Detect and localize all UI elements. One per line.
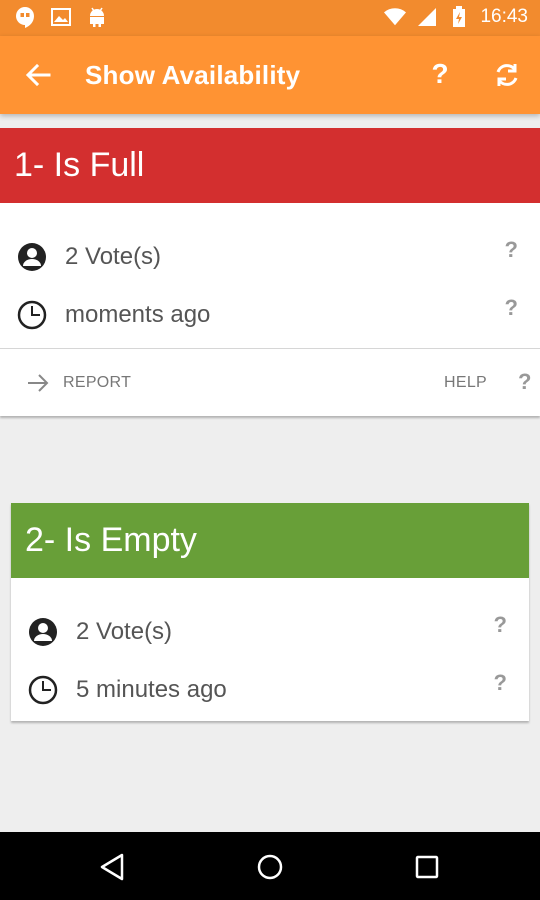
back-arrow-icon[interactable]	[22, 59, 54, 91]
android-icon	[86, 6, 108, 28]
card-header: 2- Is Empty	[11, 503, 529, 578]
navigation-bar	[0, 832, 540, 900]
help-action-button[interactable]: HELP	[444, 374, 487, 392]
app-bar: Show Availability ?	[0, 36, 540, 114]
person-icon	[27, 616, 59, 648]
votes-help-icon[interactable]: ?	[494, 612, 507, 638]
time-row: moments ago ?	[0, 291, 540, 339]
availability-card-full: 1- Is Full 2 Vote(s) ? moments ago ? REP…	[0, 128, 540, 416]
action-help-icon[interactable]: ?	[518, 369, 531, 395]
time-row: 5 minutes ago ?	[11, 666, 529, 714]
arrow-right-icon[interactable]	[26, 371, 50, 395]
clock-icon	[16, 299, 48, 331]
availability-card-empty: 2- Is Empty 2 Vote(s) ? 5 minutes ago ?	[11, 503, 529, 721]
signal-icon	[416, 6, 438, 28]
time-help-icon[interactable]: ?	[494, 670, 507, 696]
home-nav-icon[interactable]	[253, 850, 287, 884]
help-button[interactable]: ?	[424, 56, 456, 92]
recents-nav-icon[interactable]	[410, 850, 444, 884]
time-help-icon[interactable]: ?	[505, 295, 518, 321]
back-nav-icon[interactable]	[95, 850, 129, 884]
status-time: 16:43	[480, 6, 528, 27]
votes-help-icon[interactable]: ?	[505, 237, 518, 263]
time-ago: moments ago	[65, 301, 211, 328]
refresh-icon[interactable]	[490, 58, 524, 92]
image-icon	[50, 6, 72, 28]
wifi-icon	[384, 6, 407, 28]
votes-row: 2 Vote(s) ?	[0, 233, 540, 281]
battery-icon	[448, 6, 470, 28]
status-bar: 16:43	[0, 0, 540, 36]
card-actions: REPORT HELP ?	[0, 349, 540, 416]
page-title: Show Availability	[85, 60, 301, 90]
votes-row: 2 Vote(s) ?	[11, 608, 529, 656]
hangouts-icon	[14, 6, 36, 28]
votes-count: 2 Vote(s)	[65, 243, 162, 270]
person-icon	[16, 241, 48, 273]
time-ago: 5 minutes ago	[76, 676, 227, 703]
votes-count: 2 Vote(s)	[76, 618, 173, 645]
clock-icon	[27, 674, 59, 706]
report-button[interactable]: REPORT	[63, 374, 131, 392]
card-header: 1- Is Full	[0, 128, 540, 203]
